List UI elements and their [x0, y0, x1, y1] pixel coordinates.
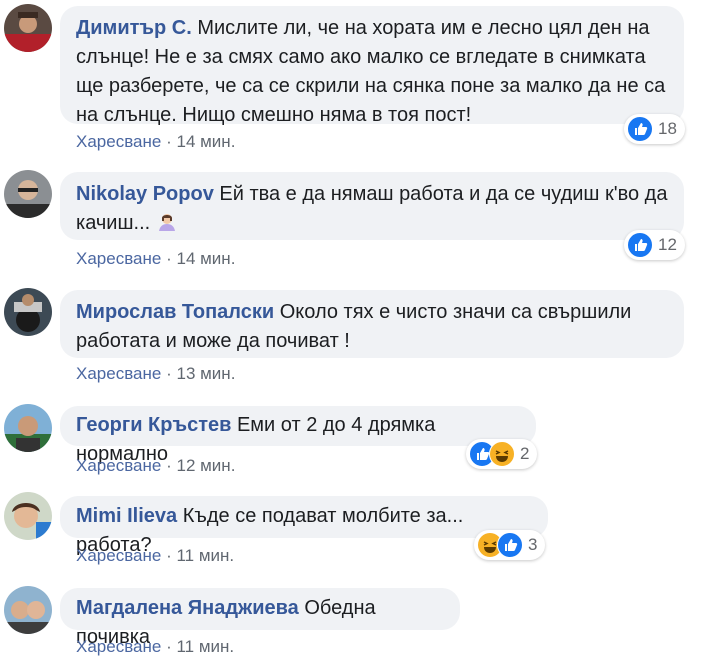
like-link[interactable]: Харесване — [76, 546, 161, 565]
like-link[interactable]: Харесване — [76, 249, 161, 268]
avatar[interactable] — [4, 586, 52, 634]
comment-time[interactable]: 13 мин. — [176, 364, 235, 383]
thumbs-up-icon — [627, 116, 653, 142]
like-link[interactable]: Харесване — [76, 364, 161, 383]
separator: · — [166, 456, 172, 475]
comment-time[interactable]: 11 мин. — [176, 637, 234, 656]
like-link[interactable]: Харесване — [76, 132, 161, 151]
reaction-summary[interactable]: 2 — [466, 439, 538, 469]
separator: · — [166, 132, 172, 151]
comment-bubble: Димитър С. Мислите ли, че на хората им е… — [60, 6, 684, 126]
reaction-summary[interactable]: 18 — [624, 114, 685, 144]
reaction-count: 12 — [658, 235, 677, 254]
separator: · — [166, 637, 172, 656]
reaction-count: 18 — [658, 119, 677, 138]
comment-bubble: Nikolay Popov Ей тва е да нямаш работа и… — [60, 172, 684, 240]
comment-bubble: Георги Кръстев Еми от 2 до 4 дрямка норм… — [60, 406, 536, 465]
comment-actions: Харесване · 11 мин. — [76, 546, 234, 566]
comment-time[interactable]: 11 мин. — [176, 546, 234, 565]
avatar[interactable] — [4, 404, 52, 452]
avatar-photo — [4, 4, 52, 52]
comment-time[interactable]: 12 мин. — [176, 456, 235, 475]
reaction-count: 3 — [528, 535, 538, 554]
comment-bubble: Магдалена Янаджиева Обедна почивка — [60, 588, 460, 648]
haha-icon — [489, 441, 515, 467]
comment-actions: Харесване · 12 мин. — [76, 456, 235, 476]
separator: · — [166, 249, 172, 268]
comment-actions: Харесване · 14 мин. — [76, 132, 235, 152]
reaction-summary[interactable]: 3 — [474, 530, 546, 560]
comment-time[interactable]: 14 мин. — [176, 132, 235, 151]
comment-author[interactable]: Георги Кръстев — [76, 414, 231, 436]
comment-bubble: Мирослав Топалски Около тях е чисто знач… — [60, 290, 684, 358]
comment-author[interactable]: Димитър С. — [76, 17, 192, 39]
like-link[interactable]: Харесване — [76, 456, 161, 475]
comment-author[interactable]: Мирослав Топалски — [76, 301, 274, 323]
comment-time[interactable]: 14 мин. — [176, 249, 235, 268]
comment-bubble: Mimi Ilieva Къде се подават молбите за..… — [60, 496, 548, 556]
woman-shrugging-emoji-icon — [156, 211, 178, 242]
like-link[interactable]: Харесване — [76, 637, 161, 656]
reaction-summary[interactable]: 12 — [624, 230, 685, 260]
avatar-photo — [4, 586, 52, 634]
separator: · — [166, 546, 172, 565]
thumbs-up-icon — [627, 232, 653, 258]
avatar[interactable] — [4, 170, 52, 218]
comment-actions: Харесване · 11 мин. — [76, 637, 234, 657]
avatar-photo — [4, 288, 52, 336]
comment-author[interactable]: Mimi Ilieva — [76, 505, 177, 527]
reaction-count: 2 — [520, 444, 530, 463]
avatar[interactable] — [4, 288, 52, 336]
comment-actions: Харесване · 13 мин. — [76, 364, 235, 384]
comment-author[interactable]: Nikolay Popov — [76, 183, 214, 205]
comment-author[interactable]: Магдалена Янаджиева — [76, 597, 299, 619]
comment-actions: Харесване · 14 мин. — [76, 249, 235, 269]
separator: · — [166, 364, 172, 383]
thumbs-up-icon — [497, 532, 523, 558]
avatar[interactable] — [4, 4, 52, 52]
avatar-photo — [4, 492, 52, 540]
avatar-photo — [4, 404, 52, 452]
avatar[interactable] — [4, 492, 52, 540]
avatar-photo — [4, 170, 52, 218]
